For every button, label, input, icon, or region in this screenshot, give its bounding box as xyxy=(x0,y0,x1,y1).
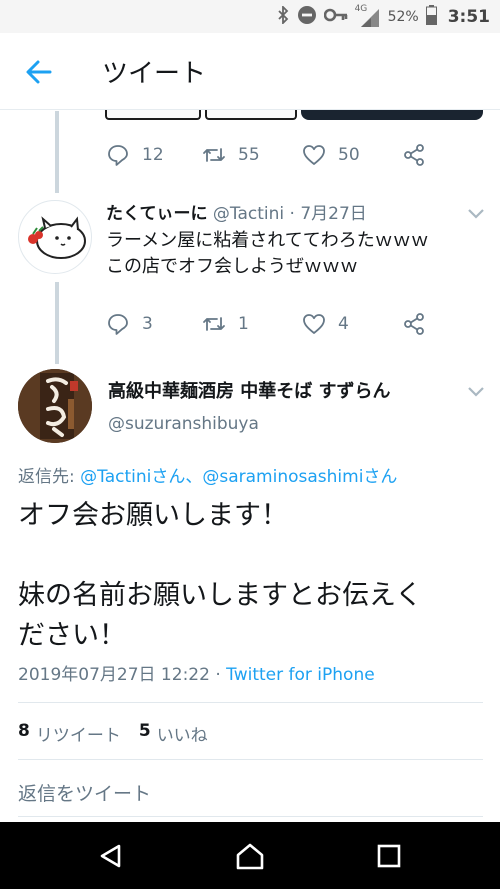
divider xyxy=(18,702,483,703)
reply-button[interactable]: 12 xyxy=(106,143,164,167)
retweet-count: 55 xyxy=(238,145,260,165)
retweet-button[interactable]: 55 xyxy=(202,143,260,167)
user-name[interactable]: 高級中華麺酒房 中華そば すずらん xyxy=(108,377,391,403)
share-icon xyxy=(404,313,424,335)
share-button[interactable] xyxy=(402,143,426,167)
share-icon xyxy=(404,144,424,166)
avatar[interactable] xyxy=(18,369,92,443)
nav-recents-icon[interactable] xyxy=(359,822,419,889)
nav-home-icon[interactable] xyxy=(220,822,280,889)
retweet-icon xyxy=(203,317,225,331)
tweet-timestamp: 2019年07月27日 12:22 · Twitter for iPhone xyxy=(18,660,375,685)
chevron-down-icon[interactable] xyxy=(466,384,486,398)
retweet-count: 1 xyxy=(238,314,249,334)
heart-icon xyxy=(303,314,325,334)
reply-compose-input[interactable]: 返信をツイート xyxy=(18,779,151,806)
reply-count: 3 xyxy=(142,314,153,334)
reply-to-label: 返信先: xyxy=(18,467,81,487)
media-thumbnail[interactable] xyxy=(105,110,201,120)
user-handle-date[interactable]: @Tactini · 7月27日 xyxy=(213,204,367,224)
timestamp-text: 2019年07月27日 12:22 · xyxy=(18,665,227,685)
heart-icon xyxy=(303,145,325,165)
client-link[interactable]: Twitter for iPhone xyxy=(226,665,375,685)
page-title: ツイート xyxy=(102,59,207,89)
like-count: 4 xyxy=(338,314,349,334)
battery-icon xyxy=(425,4,437,29)
reply-icon xyxy=(108,145,128,166)
navigation-bar xyxy=(0,822,500,889)
thread-line xyxy=(55,111,59,193)
bluetooth-icon xyxy=(276,4,290,28)
media-thumbnail[interactable] xyxy=(301,110,483,120)
like-count: 50 xyxy=(338,145,360,165)
signal-icon: 4G xyxy=(355,4,381,28)
clock: 3:51 xyxy=(447,6,490,27)
reply-to-users[interactable]: @Tactiniさん、@saraminosashimiさん xyxy=(80,467,397,487)
avatar[interactable] xyxy=(18,200,92,274)
reply-button[interactable]: 3 xyxy=(106,312,153,336)
reply-tweet-actions: 3 1 4 xyxy=(106,312,436,342)
user-handle[interactable]: @suzuranshibuya xyxy=(108,414,259,434)
share-button[interactable] xyxy=(402,312,426,336)
like-button[interactable]: 4 xyxy=(302,312,349,336)
chevron-down-icon[interactable] xyxy=(466,206,486,220)
vpn-key-icon xyxy=(323,8,348,26)
reply-count: 12 xyxy=(142,145,164,165)
media-thumbnail[interactable] xyxy=(205,110,297,120)
reply-to: 返信先: @Tactiniさん、@saraminosashimiさん xyxy=(18,462,397,487)
thread-line xyxy=(55,282,59,364)
divider xyxy=(18,759,483,760)
like-stat-label[interactable]: いいね xyxy=(157,721,208,746)
like-stat-count[interactable]: 5 xyxy=(139,721,151,746)
retweet-stat-label[interactable]: リツイート xyxy=(36,721,121,746)
divider xyxy=(18,816,483,817)
do-not-disturb-icon xyxy=(297,5,317,29)
tweet-stats: 8 リツイート 5 いいね xyxy=(18,721,208,746)
retweet-stat-count[interactable]: 8 xyxy=(18,721,30,746)
previous-tweet-media[interactable] xyxy=(105,110,483,120)
status-bar: 4G 52% 3:51 xyxy=(0,0,500,33)
previous-tweet-actions: 12 55 50 xyxy=(106,143,436,173)
tweet-text: オフ会お願いします！ 妹の名前お願いしますとお伝えく ださい！ xyxy=(18,500,423,651)
back-arrow-icon[interactable] xyxy=(22,55,56,89)
like-button[interactable]: 50 xyxy=(302,143,360,167)
retweet-button[interactable]: 1 xyxy=(202,312,249,336)
tweet-text: ラーメン屋に粘着されててわろたｗｗｗ この店でオフ会しようぜｗｗｗ xyxy=(106,230,429,277)
tweet-header: たくてぃーに @Tactini · 7月27日 xyxy=(106,199,367,224)
battery-percent: 52% xyxy=(387,8,419,25)
app-bar: ツイート xyxy=(0,33,500,110)
reply-icon xyxy=(108,314,128,335)
nav-back-icon[interactable] xyxy=(81,822,141,889)
retweet-icon xyxy=(203,148,225,162)
user-name[interactable]: たくてぃーに xyxy=(106,204,208,224)
